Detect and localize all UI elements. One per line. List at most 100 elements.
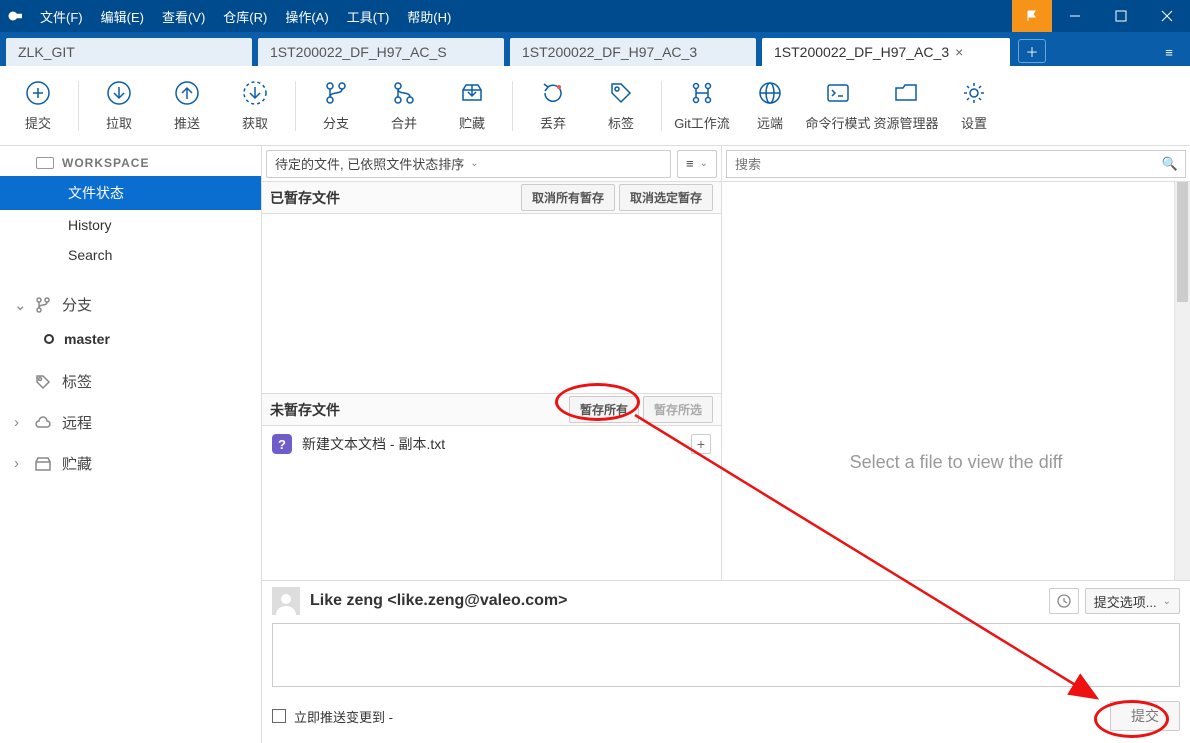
chevron-right-icon: ›	[14, 455, 24, 472]
globe-icon	[756, 79, 784, 107]
unknown-file-icon: ?	[272, 434, 292, 454]
minimize-button[interactable]	[1052, 0, 1098, 32]
branch-dot-icon	[44, 334, 54, 344]
branch-master[interactable]: master	[0, 325, 261, 353]
clock-icon	[1056, 593, 1072, 609]
folder-icon	[892, 79, 920, 107]
tab-label: 1ST200022_DF_H97_AC_3	[522, 44, 697, 60]
chevron-right-icon: ›	[14, 414, 24, 431]
view-mode-dropdown[interactable]: ≡ ⌄	[677, 150, 717, 178]
tab-label: ZLK_GIT	[18, 44, 75, 60]
search-icon: 🔍	[1162, 156, 1178, 172]
section-branches[interactable]: ⌄ 分支	[0, 284, 261, 325]
stash-button[interactable]: 贮藏	[438, 68, 506, 144]
discard-icon	[539, 79, 567, 107]
gitflow-icon	[688, 79, 716, 107]
menu-bar: 文件(F) 编辑(E) 查看(V) 仓库(R) 操作(A) 工具(T) 帮助(H…	[40, 7, 451, 26]
scrollbar-thumb[interactable]	[1177, 182, 1188, 302]
stage-selected-button[interactable]: 暂存所选	[643, 396, 713, 423]
merge-icon	[390, 79, 418, 107]
stage-file-button[interactable]: +	[691, 434, 711, 454]
section-stashes[interactable]: › 贮藏	[0, 443, 261, 484]
tag-icon	[607, 79, 635, 107]
tag-button[interactable]: 标签	[587, 68, 655, 144]
menu-view[interactable]: 查看(V)	[162, 7, 205, 26]
explorer-button[interactable]: 资源管理器	[872, 68, 940, 144]
pull-button[interactable]: 拉取	[85, 68, 153, 144]
section-remotes[interactable]: › 远程	[0, 402, 261, 443]
repo-tab[interactable]: 1ST200022_DF_H97_AC_S	[258, 38, 504, 66]
tag-icon	[34, 373, 52, 391]
repo-tab-active[interactable]: 1ST200022_DF_H97_AC_3 ×	[762, 38, 1010, 66]
plus-circle-icon	[24, 79, 52, 107]
commit-author: Like zeng <like.zeng@valeo.com>	[310, 592, 567, 610]
discard-button[interactable]: 丢弃	[519, 68, 587, 144]
file-name: 新建文本文档 - 副本.txt	[302, 434, 445, 454]
commit-message-input[interactable]	[272, 623, 1180, 687]
menu-action[interactable]: 操作(A)	[285, 7, 328, 26]
sidebar-item-search[interactable]: Search	[0, 240, 261, 270]
sidebar: WORKSPACE 文件状态 History Search ⌄ 分支 maste…	[0, 146, 262, 743]
notification-flag-icon[interactable]	[1012, 0, 1052, 32]
titlebar: 文件(F) 编辑(E) 查看(V) 仓库(R) 操作(A) 工具(T) 帮助(H…	[0, 0, 1190, 32]
terminal-icon	[824, 79, 852, 107]
merge-button[interactable]: 合并	[370, 68, 438, 144]
section-tags[interactable]: 标签	[0, 361, 261, 402]
tabs-menu-icon[interactable]: ≡	[1154, 38, 1184, 66]
search-input[interactable]	[726, 150, 1186, 178]
sidebar-item-history[interactable]: History	[0, 210, 261, 240]
settings-button[interactable]: 设置	[940, 68, 1008, 144]
menu-tools[interactable]: 工具(T)	[347, 7, 390, 26]
maximize-button[interactable]	[1098, 0, 1144, 32]
file-row[interactable]: ? 新建文本文档 - 副本.txt +	[262, 426, 721, 462]
commit-options-dropdown[interactable]: 提交选项... ⌄	[1085, 588, 1180, 614]
unstage-selected-button[interactable]: 取消选定暂存	[619, 184, 713, 211]
stage-all-button[interactable]: 暂存所有	[569, 396, 639, 423]
tab-label: 1ST200022_DF_H97_AC_S	[270, 44, 447, 60]
gitflow-button[interactable]: Git工作流	[668, 68, 736, 144]
list-icon: ≡	[686, 156, 694, 171]
branch-icon	[34, 296, 52, 314]
menu-repo[interactable]: 仓库(R)	[223, 7, 267, 26]
chevron-down-icon: ⌄	[700, 158, 708, 169]
stash-icon	[458, 79, 486, 107]
commit-button[interactable]: 提交	[4, 68, 72, 144]
close-button[interactable]	[1144, 0, 1190, 32]
repo-tab[interactable]: ZLK_GIT	[6, 38, 252, 66]
search-bar: 🔍	[722, 146, 1190, 182]
fetch-button[interactable]: 获取	[221, 68, 289, 144]
menu-edit[interactable]: 编辑(E)	[101, 7, 144, 26]
stash-icon	[34, 455, 52, 473]
push-immediately-checkbox[interactable]	[272, 709, 286, 723]
staged-header: 已暂存文件 取消所有暂存 取消选定暂存	[262, 182, 721, 214]
avatar-icon	[272, 587, 300, 615]
sidebar-item-filestatus[interactable]: 文件状态	[0, 176, 261, 210]
terminal-button[interactable]: 命令行模式	[804, 68, 872, 144]
gear-icon	[960, 79, 988, 107]
new-tab-button[interactable]: ＋	[1018, 39, 1046, 63]
history-button[interactable]	[1049, 588, 1079, 614]
menu-help[interactable]: 帮助(H)	[407, 7, 451, 26]
cloud-icon	[34, 414, 52, 432]
repo-tabs-bar: ZLK_GIT 1ST200022_DF_H97_AC_S 1ST200022_…	[0, 32, 1190, 66]
arrow-down-circle-icon	[105, 79, 133, 107]
workspace-header: WORKSPACE	[0, 146, 261, 176]
branch-button[interactable]: 分支	[302, 68, 370, 144]
app-icon	[0, 0, 32, 32]
tab-label: 1ST200022_DF_H97_AC_3	[774, 44, 949, 60]
window-controls	[1012, 0, 1190, 32]
toolbar: 提交 拉取 推送 获取 分支 合并 贮藏 丢弃 标签 Git工作流 远端 命令行…	[0, 66, 1190, 146]
unstage-all-button[interactable]: 取消所有暂存	[521, 184, 615, 211]
commit-panel: Like zeng <like.zeng@valeo.com> 提交选项... …	[262, 580, 1190, 743]
push-button[interactable]: 推送	[153, 68, 221, 144]
repo-tab[interactable]: 1ST200022_DF_H97_AC_3	[510, 38, 756, 66]
tab-close-icon[interactable]: ×	[955, 44, 963, 60]
menu-file[interactable]: 文件(F)	[40, 7, 83, 26]
filter-bar: 待定的文件, 已依照文件状态排序 ⌄ ≡ ⌄	[262, 146, 721, 182]
staged-files-list	[262, 214, 721, 394]
commit-button[interactable]: 提交	[1110, 701, 1180, 731]
sort-dropdown[interactable]: 待定的文件, 已依照文件状态排序 ⌄	[266, 150, 671, 178]
monitor-icon	[36, 157, 54, 169]
unstaged-header: 未暂存文件 暂存所有 暂存所选	[262, 394, 721, 426]
remote-button[interactable]: 远端	[736, 68, 804, 144]
